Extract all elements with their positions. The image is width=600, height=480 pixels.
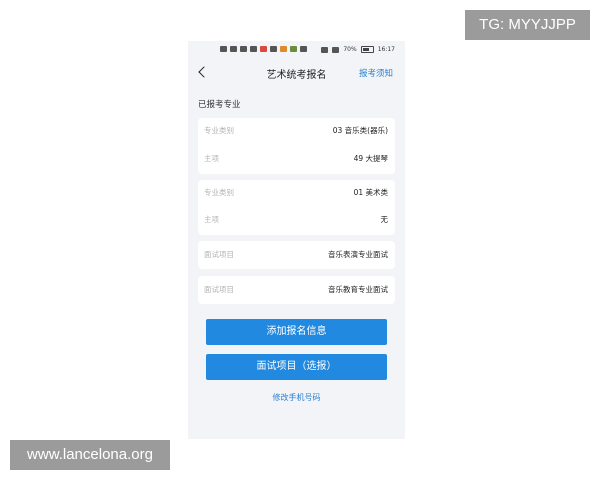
- row-key: 主项: [204, 215, 219, 224]
- status-icons-left: [220, 46, 307, 52]
- sim-icon: [220, 46, 227, 52]
- major-card-1: 专业类别 03 音乐类(器乐) 主项 49 大提琴: [198, 118, 395, 174]
- app-icon-2: [270, 46, 277, 52]
- row-value: 49 大提琴: [353, 154, 388, 163]
- battery-percent: 70%: [343, 46, 357, 53]
- row-key: 面试项目: [204, 250, 234, 259]
- row-value: 音乐表演专业面试: [328, 250, 388, 259]
- watermark-bottom-left: www.lancelona.org: [10, 440, 170, 470]
- signal-icon: [230, 46, 237, 52]
- notification-icon: [250, 46, 257, 52]
- app-icon: [260, 46, 267, 52]
- major-card-2: 专业类别 01 美术类 主项 无: [198, 180, 395, 235]
- watermark-top-right: TG: MYYJJPP: [465, 10, 590, 40]
- status-bar: 70% 16:17: [188, 41, 405, 59]
- nav-bar: 艺术统考报名 报考须知: [188, 61, 405, 87]
- row-key: 面试项目: [204, 285, 234, 294]
- row-value: 03 音乐类(器乐): [332, 126, 388, 135]
- optional-interview-button[interactable]: 面试项目（选报）: [206, 354, 387, 380]
- app-icon-3: [280, 46, 287, 52]
- add-registration-button[interactable]: 添加报名信息: [206, 319, 387, 345]
- alarm-icon: [321, 46, 329, 53]
- row-value: 无: [380, 215, 389, 224]
- row-value: 音乐教育专业面试: [328, 285, 388, 294]
- phone-screen: 70% 16:17 艺术统考报名 报考须知 已报考专业 专业类别 03 音乐类(…: [188, 41, 405, 439]
- row-key: 专业类别: [204, 188, 234, 197]
- interview-card-2: 面试项目 音乐教育专业面试: [198, 276, 395, 304]
- row-key: 主项: [204, 154, 219, 163]
- card-row: 专业类别 01 美术类: [198, 183, 395, 203]
- exam-notice-link[interactable]: 报考须知: [359, 67, 393, 79]
- app-icon-5: [300, 46, 307, 52]
- clock: 16:17: [377, 46, 395, 53]
- status-icons-right: 70% 16:17: [321, 46, 395, 53]
- change-phone-link[interactable]: 修改手机号码: [188, 392, 405, 403]
- row-key: 专业类别: [204, 126, 234, 135]
- section-label: 已报考专业: [198, 100, 241, 110]
- app-icon-4: [290, 46, 297, 52]
- signal-icon-2: [240, 46, 247, 52]
- card-row: 主项 49 大提琴: [198, 149, 395, 169]
- battery-icon: [360, 46, 374, 53]
- row-value: 01 美术类: [353, 188, 388, 197]
- mute-icon: [332, 46, 340, 53]
- card-row: 面试项目 音乐表演专业面试: [198, 245, 395, 265]
- card-row: 面试项目 音乐教育专业面试: [198, 280, 395, 300]
- card-row: 专业类别 03 音乐类(器乐): [198, 121, 395, 141]
- card-row: 主项 无: [198, 210, 395, 230]
- interview-card-1: 面试项目 音乐表演专业面试: [198, 241, 395, 269]
